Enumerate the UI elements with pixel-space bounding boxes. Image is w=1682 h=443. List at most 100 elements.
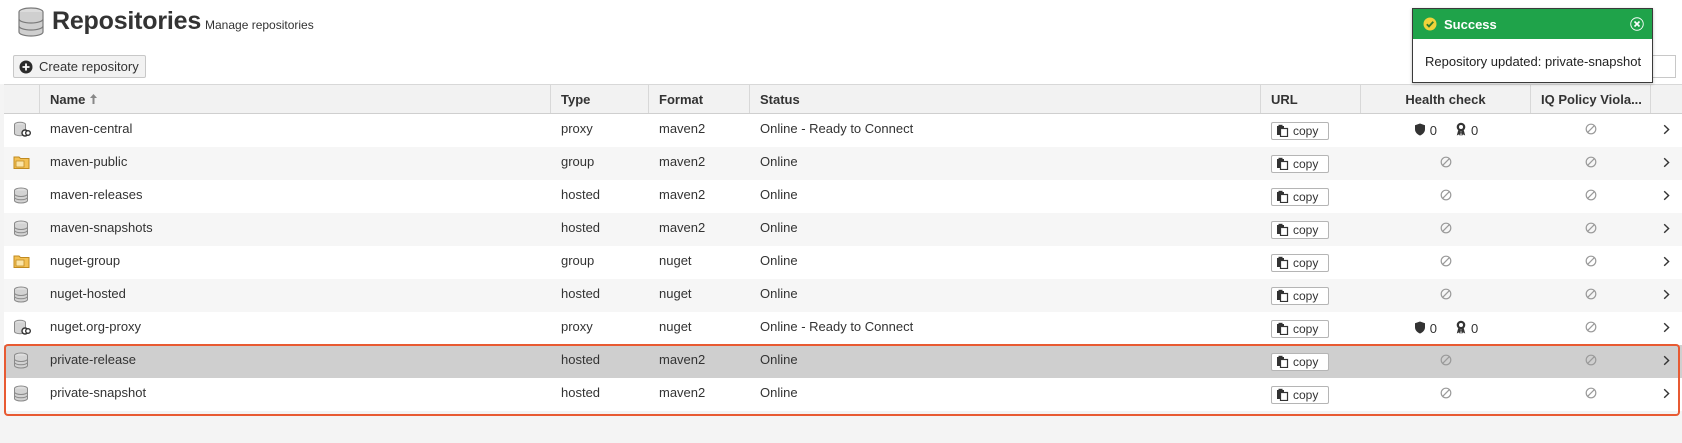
health-check-cell bbox=[1361, 213, 1531, 246]
copy-url-button[interactable]: copy bbox=[1271, 220, 1329, 239]
row-details-chevron[interactable] bbox=[1651, 147, 1682, 180]
copy-url-button[interactable]: copy bbox=[1271, 286, 1329, 305]
url-cell: copy bbox=[1261, 378, 1361, 411]
row-details-chevron[interactable] bbox=[1651, 213, 1682, 246]
table-row[interactable]: private-release hosted maven2 Online cop… bbox=[4, 345, 1682, 378]
health-check-cell bbox=[1361, 180, 1531, 213]
table-row[interactable]: maven-releases hosted maven2 Online copy bbox=[4, 180, 1682, 213]
repository-type-icon bbox=[4, 180, 40, 213]
license-issue-count: 0 bbox=[1471, 123, 1479, 138]
row-details-chevron[interactable] bbox=[1651, 345, 1682, 378]
close-icon[interactable] bbox=[1629, 16, 1645, 32]
copy-label: copy bbox=[1293, 189, 1319, 204]
url-cell: copy bbox=[1261, 114, 1361, 147]
copy-label: copy bbox=[1293, 156, 1319, 171]
clipboard-icon bbox=[1277, 256, 1289, 269]
repository-name: private-release bbox=[50, 352, 136, 367]
health-check-cell bbox=[1361, 345, 1531, 378]
column-header-format[interactable]: Format bbox=[649, 85, 750, 113]
copy-url-button[interactable]: copy bbox=[1271, 187, 1329, 206]
shield-icon bbox=[1414, 321, 1426, 337]
repository-format: nuget bbox=[659, 253, 692, 268]
page-title: Repositories bbox=[52, 7, 202, 35]
copy-url-button[interactable]: copy bbox=[1271, 319, 1329, 338]
security-issue-count: 0 bbox=[1429, 123, 1437, 138]
toast-message: Repository updated: private-snapshot bbox=[1425, 54, 1642, 69]
column-header-status[interactable]: Status bbox=[750, 85, 1261, 113]
shield-icon bbox=[1414, 123, 1426, 139]
license-health-indicator[interactable]: 0 bbox=[1455, 122, 1478, 139]
column-header-type[interactable]: Type bbox=[551, 85, 649, 113]
chevron-right-icon bbox=[1663, 255, 1670, 270]
column-header-iq-policy[interactable]: IQ Policy Viola... bbox=[1531, 85, 1651, 113]
row-details-chevron[interactable] bbox=[1651, 378, 1682, 411]
ribbon-icon bbox=[1455, 320, 1467, 337]
url-cell: copy bbox=[1261, 279, 1361, 312]
not-available-icon bbox=[1585, 321, 1597, 336]
column-header-url[interactable]: URL bbox=[1261, 85, 1361, 113]
repository-status: Online bbox=[760, 352, 798, 367]
repository-name: maven-central bbox=[50, 121, 133, 136]
url-cell: copy bbox=[1261, 312, 1361, 345]
grid-body: maven-central proxy maven2 Online - Read… bbox=[4, 114, 1682, 411]
repository-status: Online bbox=[760, 187, 798, 202]
clipboard-icon bbox=[1277, 388, 1289, 401]
table-row[interactable]: maven-snapshots hosted maven2 Online cop… bbox=[4, 213, 1682, 246]
iq-policy-cell bbox=[1531, 213, 1651, 246]
table-row[interactable]: nuget-group group nuget Online copy bbox=[4, 246, 1682, 279]
iq-policy-cell bbox=[1531, 114, 1651, 147]
copy-url-button[interactable]: copy bbox=[1271, 253, 1329, 272]
table-row[interactable]: maven-central proxy maven2 Online - Read… bbox=[4, 114, 1682, 147]
repository-name: nuget-group bbox=[50, 253, 121, 268]
url-cell: copy bbox=[1261, 147, 1361, 180]
table-row[interactable]: private-snapshot hosted maven2 Online co… bbox=[4, 378, 1682, 411]
license-issue-count: 0 bbox=[1471, 321, 1479, 336]
table-row[interactable]: nuget.org-proxy proxy nuget Online - Rea… bbox=[4, 312, 1682, 345]
health-check-cell: 0 0 bbox=[1361, 312, 1531, 345]
repository-format: nuget bbox=[659, 286, 692, 301]
column-header-arrow bbox=[1651, 85, 1682, 113]
iq-policy-cell bbox=[1531, 180, 1651, 213]
not-available-icon bbox=[1440, 354, 1452, 369]
copy-url-button[interactable]: copy bbox=[1271, 121, 1329, 140]
clipboard-icon bbox=[1277, 355, 1289, 368]
license-health-indicator[interactable]: 0 bbox=[1455, 320, 1478, 337]
create-repository-button[interactable]: Create repository bbox=[13, 55, 146, 78]
repository-name: maven-public bbox=[50, 154, 128, 169]
repository-type: proxy bbox=[561, 319, 593, 334]
repository-format: maven2 bbox=[659, 352, 706, 367]
row-details-chevron[interactable] bbox=[1651, 180, 1682, 213]
repository-type: hosted bbox=[561, 385, 601, 400]
row-details-chevron[interactable] bbox=[1651, 312, 1682, 345]
hosted-database-icon bbox=[13, 187, 29, 207]
row-details-chevron[interactable] bbox=[1651, 279, 1682, 312]
clipboard-icon bbox=[1277, 157, 1289, 170]
column-header-health-check[interactable]: Health check bbox=[1361, 85, 1531, 113]
repository-type-icon bbox=[4, 147, 40, 180]
column-header-name[interactable]: Name bbox=[40, 85, 551, 113]
table-row[interactable]: nuget-hosted hosted nuget Online copy bbox=[4, 279, 1682, 312]
security-health-indicator[interactable]: 0 bbox=[1414, 123, 1437, 139]
repository-format: maven2 bbox=[659, 187, 706, 202]
not-available-icon bbox=[1585, 387, 1597, 402]
hosted-database-icon bbox=[13, 352, 29, 372]
copy-url-button[interactable]: copy bbox=[1271, 154, 1329, 173]
copy-url-button[interactable]: copy bbox=[1271, 385, 1329, 404]
hosted-database-icon bbox=[13, 286, 29, 306]
chevron-right-icon bbox=[1663, 288, 1670, 303]
row-details-chevron[interactable] bbox=[1651, 114, 1682, 147]
copy-url-button[interactable]: copy bbox=[1271, 352, 1329, 371]
iq-policy-cell bbox=[1531, 312, 1651, 345]
repository-format: nuget bbox=[659, 319, 692, 334]
security-health-indicator[interactable]: 0 bbox=[1414, 321, 1437, 337]
row-details-chevron[interactable] bbox=[1651, 246, 1682, 279]
sort-ascending-icon bbox=[90, 94, 98, 104]
table-row[interactable]: maven-public group maven2 Online copy bbox=[4, 147, 1682, 180]
clipboard-icon bbox=[1277, 223, 1289, 236]
repository-type: group bbox=[561, 253, 595, 268]
iq-policy-cell bbox=[1531, 345, 1651, 378]
create-repository-label: Create repository bbox=[39, 59, 139, 74]
security-issue-count: 0 bbox=[1429, 321, 1437, 336]
iq-policy-cell bbox=[1531, 279, 1651, 312]
group-folder-icon bbox=[13, 254, 30, 272]
